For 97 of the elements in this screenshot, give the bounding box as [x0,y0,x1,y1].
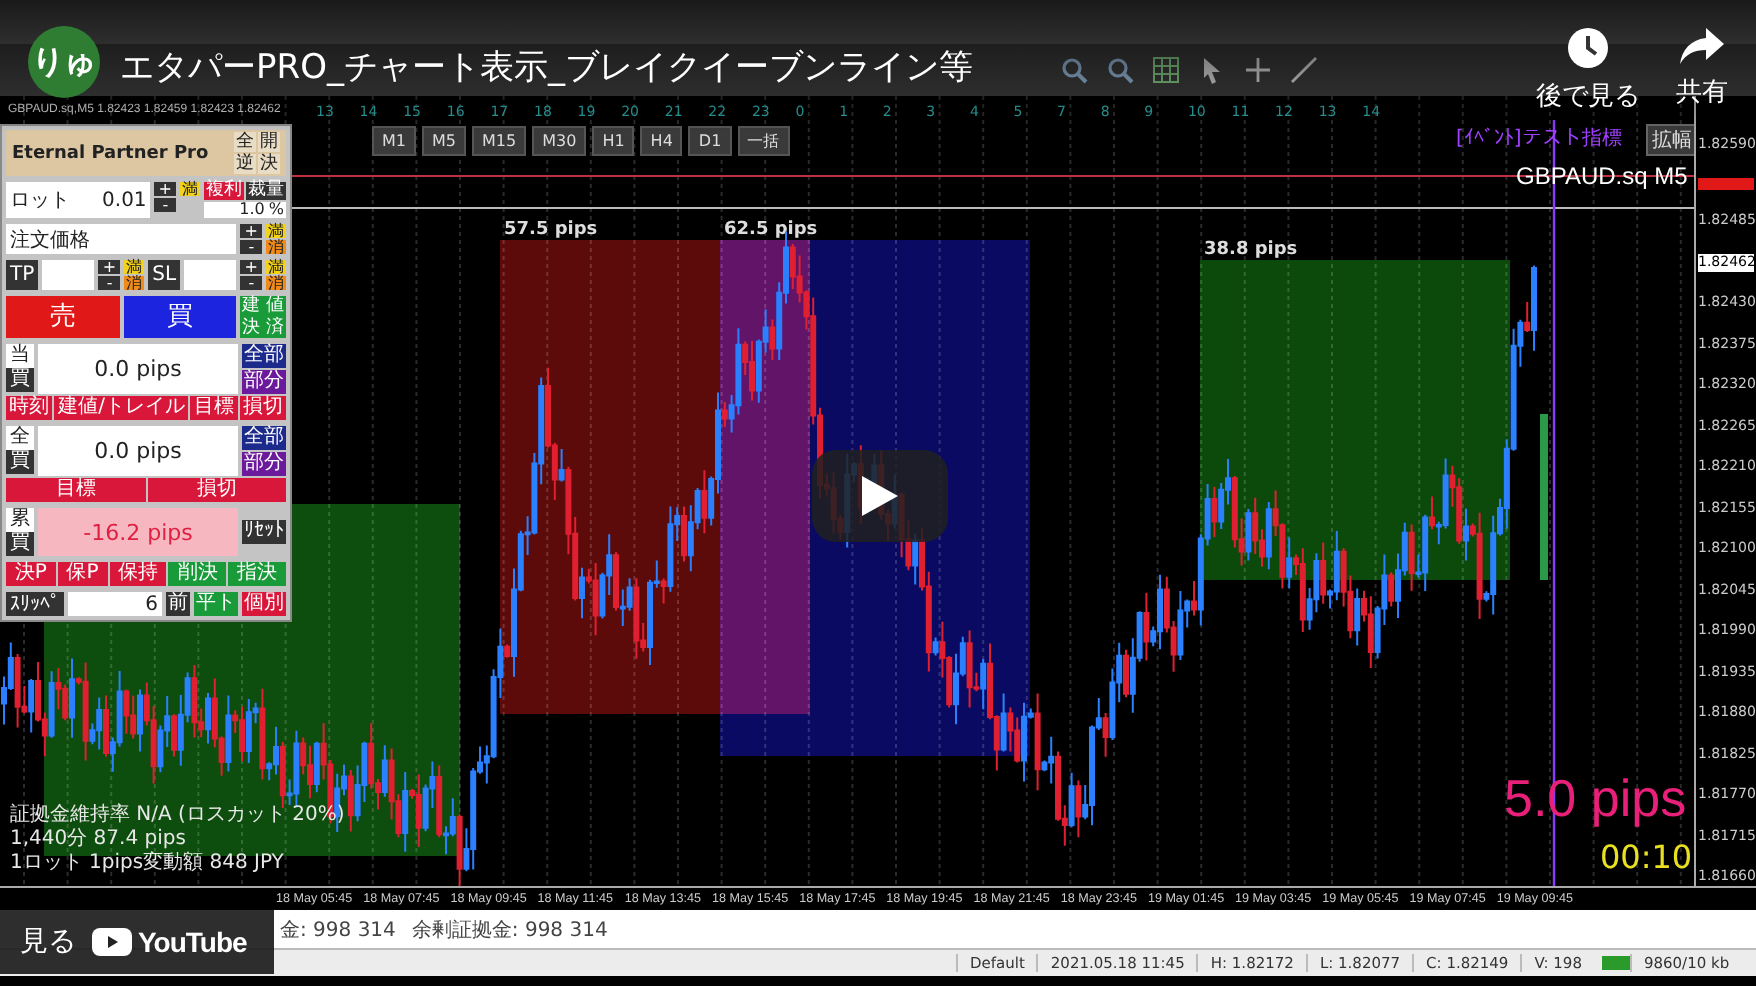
stepper-button[interactable]: - [98,276,121,290]
panel-button[interactable]: 決 [240,318,262,338]
stepper-button[interactable]: + [240,260,262,274]
section-label: 全 [6,426,34,450]
video-title[interactable]: エタパーPRO_チャート表示_ブレイクイーブンライン等 [120,44,1500,90]
zone-label: 57.5 pips [504,220,598,240]
panel-button[interactable]: 開 [258,132,280,152]
panel-button[interactable]: 値 [264,296,286,316]
clear-button[interactable]: 消 [266,276,286,290]
side-label: 買 [6,532,34,556]
panel-button[interactable]: 目標 [6,478,145,502]
line-icon[interactable] [1290,56,1318,84]
info-text: 1ロット 1pips変動額 848 JPY [10,852,286,876]
grid-icon[interactable] [1152,56,1180,84]
panel-button[interactable]: 全部 [242,426,286,450]
section-label: 累 [6,508,34,532]
timeframe-button[interactable]: H1 [592,126,635,156]
percent-unit: % [268,202,284,218]
lot-field[interactable]: ロット 0.01 [6,182,151,218]
pips-value: 0.0 pips [38,426,238,476]
panel-button[interactable]: 個別 [242,592,286,616]
panel-button[interactable]: ﾘｾｯﾄ [242,520,286,544]
timeframe-button[interactable]: M5 [422,126,466,156]
stepper-button[interactable]: - [154,198,176,212]
youtube-logo[interactable]: YouTube [92,926,247,958]
crosshair-icon[interactable] [1244,56,1272,84]
panel-button[interactable]: 済 [264,318,286,338]
timeframe-button[interactable]: M30 [532,126,587,156]
panel-button[interactable]: 建 [240,296,262,316]
zoom-in-icon[interactable] [1060,56,1088,84]
stepper-button[interactable]: + [240,224,262,238]
panel-button[interactable]: 複利 [204,182,244,200]
timeframe-button[interactable]: 一括 [737,126,790,156]
zone-label: 38.8 pips [1204,240,1298,260]
panel-button[interactable]: 保P [57,562,108,586]
max-button[interactable]: 満 [180,182,200,196]
info-text: 1,440分 87.4 pips [10,828,188,850]
panel-title: Eternal Partner Pro [12,143,209,163]
video-action-button[interactable]: 共有 [1676,26,1728,110]
timeframe-button[interactable]: M15 [472,126,527,156]
side-label: 買 [6,368,34,392]
panel-button[interactable]: 全部 [242,344,286,368]
zoom-out-icon[interactable] [1106,56,1134,84]
panel-button[interactable]: 指決 [228,562,286,586]
pips-value: -16.2 pips [38,508,238,556]
zone-label: 62.5 pips [724,220,818,240]
stop-label: TP [6,260,39,290]
clear-button[interactable]: 消 [124,276,145,290]
panel-button[interactable]: 決P [6,562,56,586]
slippage-label: ｽﾘｯﾍﾟ [6,592,64,616]
sell-button[interactable]: 売 [6,296,119,338]
max-button[interactable]: 満 [266,260,286,274]
panel-button[interactable]: 時刻 [6,396,53,420]
stepper-button[interactable]: - [240,276,262,290]
stepper-button[interactable]: - [240,240,262,254]
max-button[interactable]: 満 [124,260,145,274]
percent-value: 1.0 [239,202,265,218]
panel-button[interactable]: 前 [166,592,190,616]
share-icon [1678,26,1726,66]
play-icon[interactable] [862,476,898,516]
panel-button[interactable]: 決 [258,154,280,174]
stepper-button[interactable]: + [98,260,121,274]
panel-button[interactable]: 建値/トレイル [54,396,189,420]
timeframe-button[interactable]: D1 [688,126,732,156]
clear-button[interactable]: 消 [266,240,286,254]
stop-label: SL [148,260,181,290]
panel-button[interactable]: 逆 [234,154,256,174]
price-marker [1698,177,1754,189]
panel-button[interactable]: 全 [234,132,256,152]
side-label: 買 [6,450,34,474]
panel-button[interactable]: 保持 [109,562,167,586]
stop-field[interactable] [184,260,237,290]
slippage-field[interactable]: 6 [68,592,162,616]
panel-button[interactable]: 削決 [168,562,227,586]
expand-button[interactable]: 拡幅 [1646,124,1694,156]
panel-button[interactable]: 部分 [242,452,286,476]
panel-button[interactable]: 平ト [194,592,238,616]
timeframe-button[interactable]: H4 [640,126,683,156]
account-text: 金: 998 314 [280,917,396,943]
timeframe-button[interactable]: M1 [372,126,416,156]
panel-button[interactable]: 目標 [190,396,238,420]
watch-on-label[interactable]: 見る [20,924,76,960]
order-price-field[interactable]: 注文価格 [6,224,237,254]
section-label: 当 [6,344,34,368]
max-button[interactable]: 満 [266,224,286,238]
pips-value: 0.0 pips [38,344,238,394]
panel-button[interactable]: 部分 [242,370,286,394]
countdown-timer: 00:10 [1600,838,1693,876]
stepper-button[interactable]: + [154,182,176,196]
video-action-button[interactable]: 後で見る [1536,26,1640,114]
stop-field[interactable] [42,260,95,290]
account-text: 余剰証拠金: 998 314 [411,917,608,943]
panel-button[interactable]: 損切 [147,478,286,502]
panel-button[interactable]: 損切 [239,396,286,420]
buy-button[interactable]: 買 [123,296,236,338]
memory-bar-icon [1601,956,1630,970]
panel-button[interactable]: 裁量 [246,182,286,200]
